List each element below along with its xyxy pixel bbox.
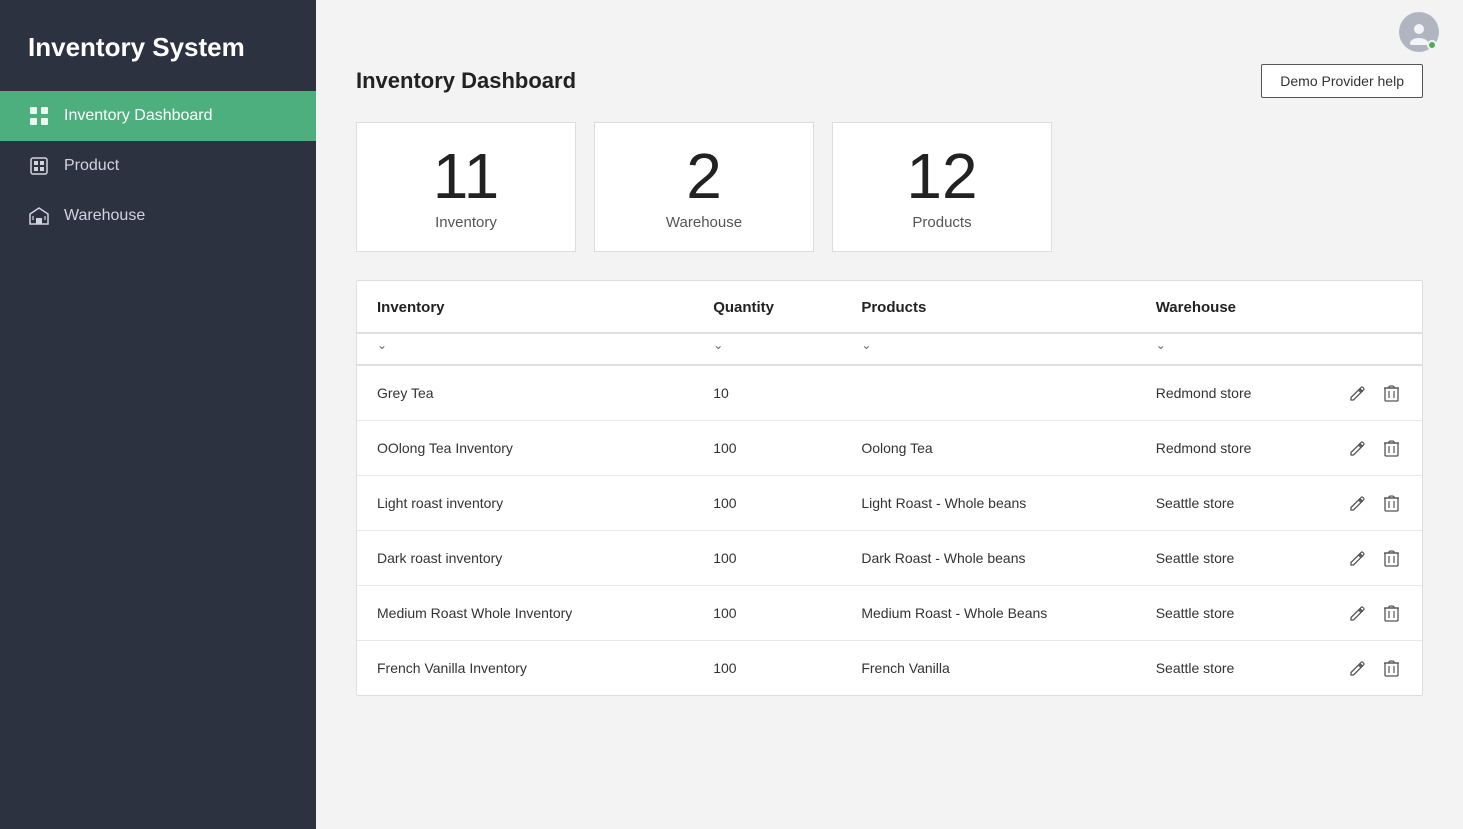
table-row: Dark roast inventory 100 Dark Roast - Wh… — [357, 531, 1422, 586]
edit-icon-5[interactable] — [1346, 657, 1368, 679]
cell-warehouse-1: Redmond store — [1136, 421, 1326, 476]
cell-inventory-1: OOlong Tea Inventory — [357, 421, 693, 476]
cell-inventory-3: Dark roast inventory — [357, 531, 693, 586]
sidebar-item-warehouse[interactable]: Warehouse — [0, 191, 316, 241]
user-avatar[interactable] — [1399, 12, 1439, 52]
warehouse-count: 2 — [686, 144, 722, 208]
cell-inventory-4: Medium Roast Whole Inventory — [357, 586, 693, 641]
dashboard: Inventory Dashboard Demo Provider help 1… — [316, 64, 1463, 829]
cell-warehouse-2: Seattle store — [1136, 476, 1326, 531]
page-title: Inventory Dashboard — [356, 68, 576, 94]
dashboard-icon — [28, 105, 50, 127]
inventory-count: 11 — [433, 144, 499, 208]
edit-icon-4[interactable] — [1346, 602, 1368, 624]
app-title: Inventory System — [0, 0, 316, 91]
product-icon — [28, 155, 50, 177]
edit-icon-1[interactable] — [1346, 437, 1368, 459]
cell-warehouse-3: Seattle store — [1136, 531, 1326, 586]
products-filter-chevron: ⌄ — [861, 338, 871, 352]
dashboard-header: Inventory Dashboard Demo Provider help — [356, 64, 1423, 98]
cell-products-1: Oolong Tea — [841, 421, 1135, 476]
cell-actions-3 — [1326, 531, 1422, 586]
cell-quantity-1: 100 — [693, 421, 841, 476]
edit-icon-3[interactable] — [1346, 547, 1368, 569]
table-row: Light roast inventory 100 Light Roast - … — [357, 476, 1422, 531]
cell-actions-4 — [1326, 586, 1422, 641]
cell-quantity-0: 10 — [693, 365, 841, 421]
products-count: 12 — [906, 144, 977, 208]
sidebar-nav: Inventory Dashboard Product — [0, 91, 316, 241]
inventory-filter-chevron: ⌄ — [377, 338, 387, 352]
sidebar-item-warehouse-label: Warehouse — [64, 207, 145, 225]
products-filter[interactable]: ⌄ — [861, 338, 1115, 352]
cell-quantity-4: 100 — [693, 586, 841, 641]
delete-icon-0[interactable] — [1380, 382, 1402, 404]
quantity-filter[interactable]: ⌄ — [713, 338, 821, 352]
cell-products-2: Light Roast - Whole beans — [841, 476, 1135, 531]
edit-icon-2[interactable] — [1346, 492, 1368, 514]
delete-icon-5[interactable] — [1380, 657, 1402, 679]
cell-products-4: Medium Roast - Whole Beans — [841, 586, 1135, 641]
cell-inventory-5: French Vanilla Inventory — [357, 641, 693, 696]
table-row: Grey Tea 10 Redmond store — [357, 365, 1422, 421]
cell-products-0 — [841, 365, 1135, 421]
col-header-actions — [1326, 281, 1422, 333]
cell-products-5: French Vanilla — [841, 641, 1135, 696]
sidebar-item-dashboard-label: Inventory Dashboard — [64, 107, 213, 125]
topbar — [316, 0, 1463, 64]
delete-icon-2[interactable] — [1380, 492, 1402, 514]
cell-inventory-2: Light roast inventory — [357, 476, 693, 531]
table-row: French Vanilla Inventory 100 French Vani… — [357, 641, 1422, 696]
inventory-table-container: Inventory Quantity Products Warehouse ⌄ — [356, 280, 1423, 696]
col-header-warehouse: Warehouse — [1136, 281, 1326, 333]
col-header-products: Products — [841, 281, 1135, 333]
delete-icon-1[interactable] — [1380, 437, 1402, 459]
inventory-table: Inventory Quantity Products Warehouse ⌄ — [357, 281, 1422, 695]
quantity-filter-chevron: ⌄ — [713, 338, 723, 352]
delete-icon-3[interactable] — [1380, 547, 1402, 569]
col-header-quantity: Quantity — [693, 281, 841, 333]
cell-actions-0 — [1326, 365, 1422, 421]
inventory-label: Inventory — [435, 214, 497, 231]
stat-card-inventory: 11 Inventory — [356, 122, 576, 252]
col-header-inventory: Inventory — [357, 281, 693, 333]
warehouse-filter[interactable]: ⌄ — [1156, 338, 1306, 352]
cell-inventory-0: Grey Tea — [357, 365, 693, 421]
sidebar-item-product-label: Product — [64, 157, 119, 175]
stat-cards: 11 Inventory 2 Warehouse 12 Products — [356, 122, 1423, 252]
sidebar: Inventory System Inventory Dashboard — [0, 0, 316, 829]
stat-card-warehouse: 2 Warehouse — [594, 122, 814, 252]
cell-warehouse-5: Seattle store — [1136, 641, 1326, 696]
delete-icon-4[interactable] — [1380, 602, 1402, 624]
main-content: Inventory Dashboard Demo Provider help 1… — [316, 0, 1463, 829]
stat-card-products: 12 Products — [832, 122, 1052, 252]
sidebar-item-dashboard[interactable]: Inventory Dashboard — [0, 91, 316, 141]
cell-warehouse-0: Redmond store — [1136, 365, 1326, 421]
table-row: Medium Roast Whole Inventory 100 Medium … — [357, 586, 1422, 641]
products-label: Products — [912, 214, 971, 231]
warehouse-icon — [28, 205, 50, 227]
inventory-filter[interactable]: ⌄ — [377, 338, 673, 352]
cell-quantity-2: 100 — [693, 476, 841, 531]
demo-help-button[interactable]: Demo Provider help — [1261, 64, 1423, 98]
cell-actions-1 — [1326, 421, 1422, 476]
sidebar-item-product[interactable]: Product — [0, 141, 316, 191]
cell-actions-5 — [1326, 641, 1422, 696]
warehouse-label: Warehouse — [666, 214, 742, 231]
online-indicator — [1427, 40, 1437, 50]
edit-icon-0[interactable] — [1346, 382, 1368, 404]
cell-products-3: Dark Roast - Whole beans — [841, 531, 1135, 586]
table-row: OOlong Tea Inventory 100 Oolong Tea Redm… — [357, 421, 1422, 476]
cell-actions-2 — [1326, 476, 1422, 531]
cell-warehouse-4: Seattle store — [1136, 586, 1326, 641]
cell-quantity-5: 100 — [693, 641, 841, 696]
cell-quantity-3: 100 — [693, 531, 841, 586]
warehouse-filter-chevron: ⌄ — [1156, 338, 1166, 352]
